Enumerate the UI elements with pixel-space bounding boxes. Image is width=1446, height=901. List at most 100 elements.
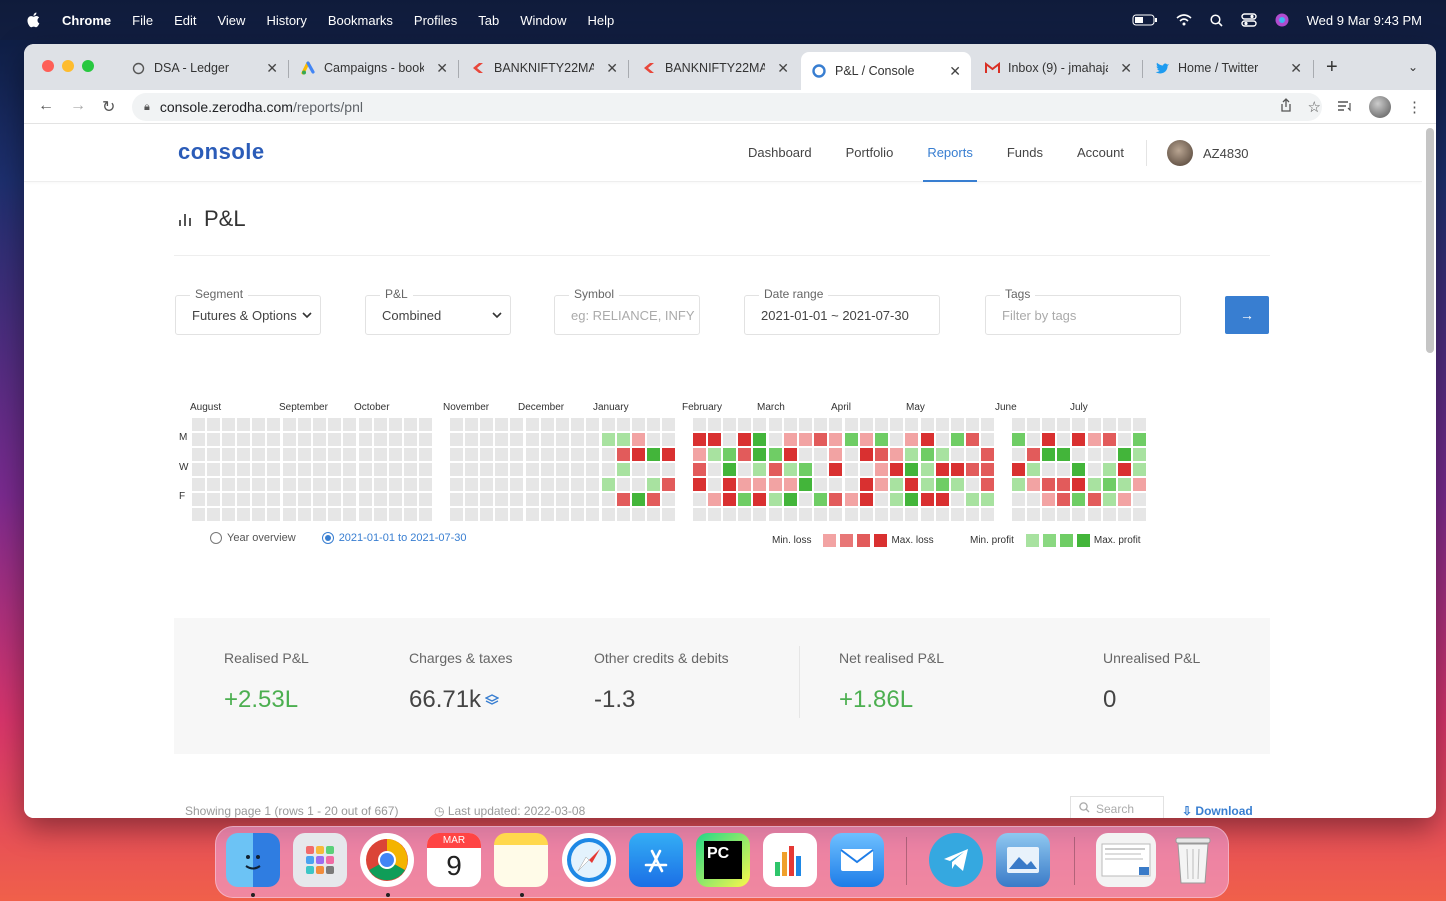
heatmap-day-cell[interactable] [708,463,721,476]
heatmap-day-cell[interactable] [814,418,827,431]
heatmap-day-cell[interactable] [1027,493,1040,506]
heatmap-day-cell[interactable] [860,493,873,506]
heatmap-day-cell[interactable] [222,418,235,431]
heatmap-day-cell[interactable] [617,508,630,521]
heatmap-day-cell[interactable] [192,463,205,476]
menu-bookmarks[interactable]: Bookmarks [328,13,393,28]
heatmap-day-cell[interactable] [586,448,599,461]
pnl-select[interactable]: P&L Combined [365,287,511,335]
heatmap-day-cell[interactable] [252,478,265,491]
heatmap-day-cell[interactable] [480,478,493,491]
heatmap-day-cell[interactable] [1027,418,1040,431]
pycharm-icon[interactable]: PC [696,833,750,887]
heatmap-day-cell[interactable] [662,463,675,476]
heatmap-day-cell[interactable] [1072,478,1085,491]
heatmap-day-cell[interactable] [298,418,311,431]
heatmap-day-cell[interactable] [556,433,569,446]
heatmap-day-cell[interactable] [723,418,736,431]
heatmap-day-cell[interactable] [632,493,645,506]
heatmap-day-cell[interactable] [343,418,356,431]
heatmap-day-cell[interactable] [981,463,994,476]
heatmap-day-cell[interactable] [1012,448,1025,461]
heatmap-day-cell[interactable] [602,478,615,491]
close-tab-icon[interactable]: ✕ [949,63,961,80]
launchpad-icon[interactable] [293,833,347,887]
heatmap-day-cell[interactable] [1088,508,1101,521]
heatmap-day-cell[interactable] [541,463,554,476]
heatmap-day-cell[interactable] [1012,433,1025,446]
heatmap-day-cell[interactable] [1088,493,1101,506]
table-search-input[interactable]: Search [1070,796,1164,818]
heatmap-day-cell[interactable] [784,418,797,431]
menu-view[interactable]: View [217,13,245,28]
nav-reports[interactable]: Reports [923,145,977,182]
heatmap-day-cell[interactable] [1118,433,1131,446]
calendar-icon[interactable]: MAR 9 [427,833,481,887]
heatmap-day-cell[interactable] [267,508,280,521]
heatmap-day-cell[interactable] [890,493,903,506]
heatmap-day-cell[interactable] [1027,448,1040,461]
heatmap-day-cell[interactable] [860,418,873,431]
heatmap-day-cell[interactable] [753,418,766,431]
heatmap-day-cell[interactable] [845,463,858,476]
heatmap-day-cell[interactable] [936,508,949,521]
heatmap-day-cell[interactable] [632,418,645,431]
heatmap-day-cell[interactable] [708,433,721,446]
heatmap-day-cell[interactable] [662,508,675,521]
heatmap-day-cell[interactable] [586,493,599,506]
page-scrollbar[interactable] [1426,128,1434,353]
heatmap-day-cell[interactable] [267,463,280,476]
heatmap-day-cell[interactable] [556,508,569,521]
heatmap-day-cell[interactable] [1088,478,1101,491]
heatmap-day-cell[interactable] [860,463,873,476]
heatmap-day-cell[interactable] [921,418,934,431]
heatmap-day-cell[interactable] [784,448,797,461]
heatmap-day-cell[interactable] [495,508,508,521]
heatmap-day-cell[interactable] [1027,508,1040,521]
heatmap-day-cell[interactable] [313,493,326,506]
heatmap-day-cell[interactable] [845,508,858,521]
heatmap-day-cell[interactable] [981,493,994,506]
heatmap-day-cell[interactable] [374,418,387,431]
heatmap-day-cell[interactable] [936,448,949,461]
bookmark-star-icon[interactable]: ☆ [1308,98,1321,116]
heatmap-day-cell[interactable] [586,508,599,521]
heatmap-day-cell[interactable] [738,493,751,506]
heatmap-day-cell[interactable] [495,433,508,446]
heatmap-day-cell[interactable] [541,448,554,461]
close-tab-icon[interactable]: ✕ [1120,60,1132,77]
heatmap-day-cell[interactable] [526,448,539,461]
heatmap-day-cell[interactable] [723,433,736,446]
heatmap-day-cell[interactable] [647,463,660,476]
trash-icon[interactable] [1166,833,1220,887]
heatmap-day-cell[interactable] [1133,493,1146,506]
wifi-icon[interactable] [1176,14,1192,26]
heatmap-day-cell[interactable] [1042,463,1055,476]
telegram-icon[interactable] [929,833,983,887]
heatmap-day-cell[interactable] [419,493,432,506]
heatmap-day-cell[interactable] [799,508,812,521]
heatmap-day-cell[interactable] [1072,493,1085,506]
heatmap-day-cell[interactable] [1042,493,1055,506]
heatmap-day-cell[interactable] [738,463,751,476]
battery-icon[interactable] [1132,14,1158,26]
heatmap-day-cell[interactable] [799,493,812,506]
heatmap-day-cell[interactable] [343,493,356,506]
heatmap-day-cell[interactable] [1118,463,1131,476]
heatmap-day-cell[interactable] [647,448,660,461]
preview-icon[interactable] [996,833,1050,887]
heatmap-day-cell[interactable] [359,448,372,461]
heatmap-day-cell[interactable] [875,448,888,461]
heatmap-day-cell[interactable] [374,448,387,461]
heatmap-day-cell[interactable] [313,448,326,461]
heatmap-day-cell[interactable] [905,478,918,491]
heatmap-day-cell[interactable] [708,493,721,506]
heatmap-day-cell[interactable] [556,448,569,461]
menu-help[interactable]: Help [588,13,615,28]
heatmap-day-cell[interactable] [556,418,569,431]
heatmap-day-cell[interactable] [981,448,994,461]
heatmap-day-cell[interactable] [343,508,356,521]
menubar-clock[interactable]: Wed 9 Mar 9:43 PM [1307,13,1422,28]
heatmap-day-cell[interactable] [586,478,599,491]
heatmap-day-cell[interactable] [510,418,523,431]
